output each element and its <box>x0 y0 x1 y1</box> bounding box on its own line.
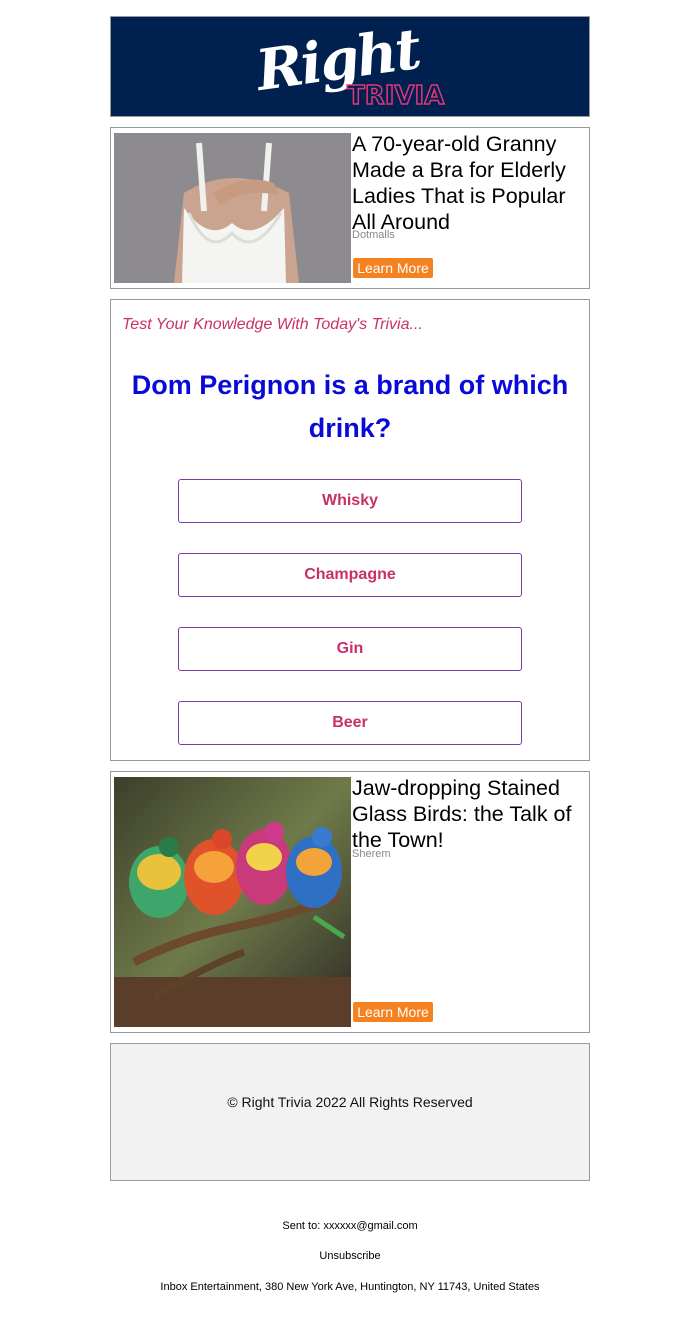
answer-button-whisky[interactable]: Whisky <box>178 479 522 523</box>
unsubscribe-link[interactable]: Unsubscribe <box>0 1250 700 1262</box>
company-address: Inbox Entertainment, 380 New York Ave, H… <box>160 1281 540 1293</box>
copyright-text: © Right Trivia 2022 All Rights Reserved <box>227 1094 473 1110</box>
footer-box: © Right Trivia 2022 All Rights Reserved <box>110 1043 590 1181</box>
ad-card-bottom[interactable]: Jaw-dropping Stained Glass Birds: the Ta… <box>110 771 590 1033</box>
answer-button-champagne[interactable]: Champagne <box>178 553 522 597</box>
answer-button-gin[interactable]: Gin <box>178 627 522 671</box>
ad-source-top: Dotmalls <box>352 229 395 241</box>
header-banner[interactable]: Right TRIVIA <box>110 16 590 117</box>
quiz-intro: Test Your Knowledge With Today's Trivia.… <box>122 316 423 333</box>
ad-image-top[interactable] <box>114 133 351 283</box>
answer-button-beer[interactable]: Beer <box>178 701 522 745</box>
trivia-quiz-card: Test Your Knowledge With Today's Trivia.… <box>110 299 590 761</box>
ad-title-bottom[interactable]: Jaw-dropping Stained Glass Birds: the Ta… <box>352 775 588 853</box>
logo-trivia-text: TRIVIA <box>346 80 445 112</box>
ad-title-top[interactable]: A 70-year-old Granny Made a Bra for Elde… <box>352 131 588 235</box>
ad-image-bottom[interactable] <box>114 777 351 1027</box>
ad-source-bottom: Sherem <box>352 848 391 860</box>
learn-more-button-top[interactable]: Learn More <box>353 258 433 278</box>
sent-to-text: Sent to: xxxxxx@gmail.com <box>282 1220 418 1232</box>
learn-more-button-bottom[interactable]: Learn More <box>353 1002 433 1022</box>
ad-card-top[interactable]: A 70-year-old Granny Made a Bra for Elde… <box>110 127 590 289</box>
quiz-question: Dom Perignon is a brand of which drink? <box>131 370 569 443</box>
